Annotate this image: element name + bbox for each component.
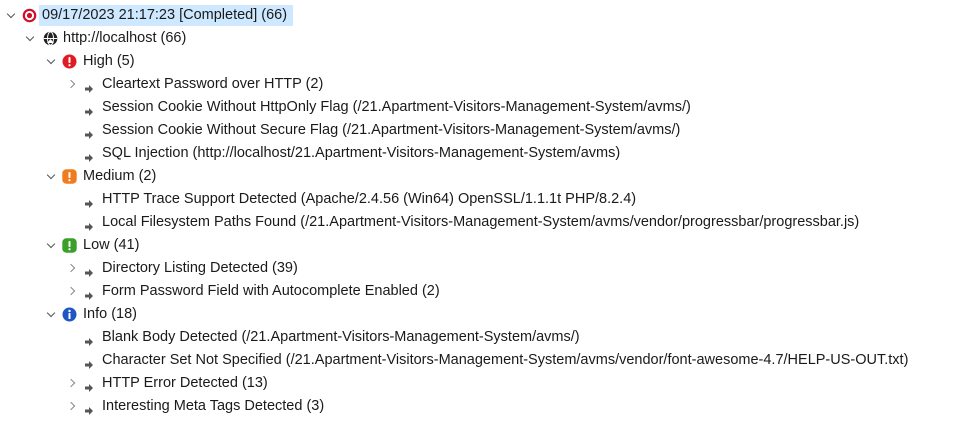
exclamation-high-icon bbox=[62, 54, 77, 69]
arrow-bullet-icon bbox=[84, 401, 94, 415]
severity-label[interactable]: High (5) bbox=[83, 50, 135, 73]
finding-label[interactable]: Cleartext Password over HTTP (2) bbox=[102, 73, 323, 96]
arrow-bullet-icon bbox=[84, 332, 94, 346]
globe-host-icon bbox=[43, 31, 58, 46]
severity-label[interactable]: Medium (2) bbox=[83, 165, 156, 188]
tree-row-finding[interactable]: Form Password Field with Autocomplete En… bbox=[0, 280, 964, 303]
exclamation-medium-icon bbox=[62, 169, 77, 184]
chevron-down-icon[interactable] bbox=[5, 4, 17, 27]
arrow-bullet-icon bbox=[84, 217, 94, 231]
host-label[interactable]: http://localhost (66) bbox=[63, 27, 186, 50]
finding-label[interactable]: Session Cookie Without Secure Flag (/21.… bbox=[102, 119, 680, 142]
finding-label[interactable]: Interesting Meta Tags Detected (3) bbox=[102, 395, 324, 418]
finding-label[interactable]: Session Cookie Without HttpOnly Flag (/2… bbox=[102, 96, 691, 119]
chevron-down-icon[interactable] bbox=[24, 27, 36, 50]
finding-label[interactable]: Blank Body Detected (/21.Apartment-Visit… bbox=[102, 326, 580, 349]
finding-label[interactable]: HTTP Trace Support Detected (Apache/2.4.… bbox=[102, 188, 636, 211]
tree-row-finding[interactable]: Session Cookie Without Secure Flag (/21.… bbox=[0, 119, 964, 142]
chevron-right-icon[interactable] bbox=[66, 395, 78, 418]
scan-results-tree: 09/17/2023 21:17:23 [Completed] (66) htt… bbox=[0, 4, 964, 418]
severity-label[interactable]: Low (41) bbox=[83, 234, 139, 257]
tree-row-finding[interactable]: Directory Listing Detected (39) bbox=[0, 257, 964, 280]
scan-root-label[interactable]: 09/17/2023 21:17:23 [Completed] (66) bbox=[39, 5, 294, 26]
finding-label[interactable]: Directory Listing Detected (39) bbox=[102, 257, 298, 280]
arrow-bullet-icon bbox=[84, 194, 94, 208]
tree-row-finding[interactable]: Session Cookie Without HttpOnly Flag (/2… bbox=[0, 96, 964, 119]
tree-row-severity-low[interactable]: Low (41) bbox=[0, 234, 964, 257]
tree-row-finding[interactable]: Character Set Not Specified (/21.Apartme… bbox=[0, 349, 964, 372]
tree-row-finding[interactable]: Interesting Meta Tags Detected (3) bbox=[0, 395, 964, 418]
finding-label[interactable]: SQL Injection (http://localhost/21.Apart… bbox=[102, 142, 620, 165]
arrow-bullet-icon bbox=[84, 378, 94, 392]
finding-label[interactable]: HTTP Error Detected (13) bbox=[102, 372, 268, 395]
arrow-bullet-icon bbox=[84, 355, 94, 369]
tree-row-finding[interactable]: Blank Body Detected (/21.Apartment-Visit… bbox=[0, 326, 964, 349]
arrow-bullet-icon bbox=[84, 125, 94, 139]
arrow-bullet-icon bbox=[84, 286, 94, 300]
finding-label[interactable]: Form Password Field with Autocomplete En… bbox=[102, 280, 440, 303]
arrow-bullet-icon bbox=[84, 263, 94, 277]
tree-row-finding[interactable]: SQL Injection (http://localhost/21.Apart… bbox=[0, 142, 964, 165]
tree-row-scan[interactable]: 09/17/2023 21:17:23 [Completed] (66) bbox=[0, 4, 964, 27]
chevron-down-icon[interactable] bbox=[45, 50, 57, 73]
exclamation-low-icon bbox=[62, 238, 77, 253]
finding-label[interactable]: Local Filesystem Paths Found (/21.Apartm… bbox=[102, 211, 859, 234]
severity-label[interactable]: Info (18) bbox=[83, 303, 137, 326]
scan-target-icon bbox=[22, 8, 37, 23]
arrow-bullet-icon bbox=[84, 102, 94, 116]
chevron-down-icon[interactable] bbox=[45, 303, 57, 326]
tree-row-severity-medium[interactable]: Medium (2) bbox=[0, 165, 964, 188]
finding-label[interactable]: Character Set Not Specified (/21.Apartme… bbox=[102, 349, 908, 372]
chevron-right-icon[interactable] bbox=[66, 73, 78, 96]
info-icon bbox=[62, 307, 77, 322]
tree-row-finding[interactable]: HTTP Error Detected (13) bbox=[0, 372, 964, 395]
tree-row-severity-info[interactable]: Info (18) bbox=[0, 303, 964, 326]
tree-row-host[interactable]: http://localhost (66) bbox=[0, 27, 964, 50]
tree-row-finding[interactable]: HTTP Trace Support Detected (Apache/2.4.… bbox=[0, 188, 964, 211]
chevron-down-icon[interactable] bbox=[45, 234, 57, 257]
chevron-down-icon[interactable] bbox=[45, 165, 57, 188]
arrow-bullet-icon bbox=[84, 79, 94, 93]
chevron-right-icon[interactable] bbox=[66, 257, 78, 280]
chevron-right-icon[interactable] bbox=[66, 372, 78, 395]
arrow-bullet-icon bbox=[84, 148, 94, 162]
chevron-right-icon[interactable] bbox=[66, 280, 78, 303]
tree-row-finding[interactable]: Local Filesystem Paths Found (/21.Apartm… bbox=[0, 211, 964, 234]
tree-row-severity-high[interactable]: High (5) bbox=[0, 50, 964, 73]
tree-row-finding[interactable]: Cleartext Password over HTTP (2) bbox=[0, 73, 964, 96]
